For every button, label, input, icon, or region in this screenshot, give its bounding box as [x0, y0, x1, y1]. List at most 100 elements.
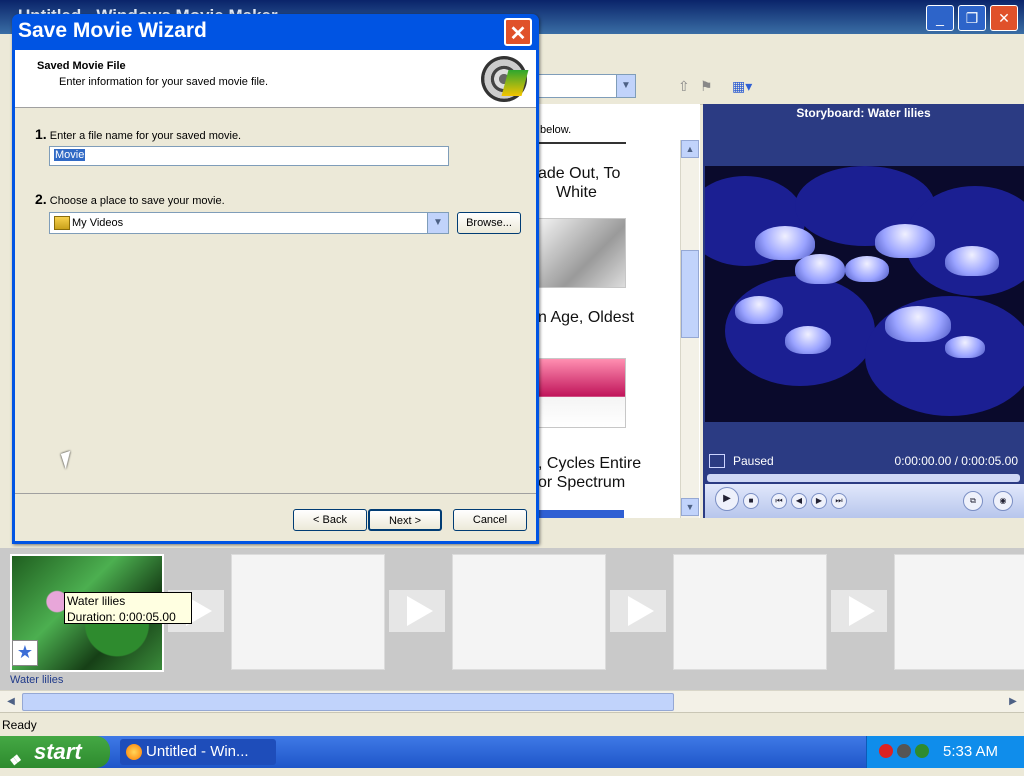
storyboard-scrollbar[interactable]: ◀ ▶: [0, 690, 1024, 713]
windows-logo-icon: ❖: [8, 752, 21, 768]
play-icon[interactable]: ▶: [715, 487, 739, 511]
monitor-pane: Storyboard: Water lilies Paused 0:00:00.…: [703, 104, 1024, 518]
movie-maker-icon: [126, 744, 142, 760]
collections-scrollbar[interactable]: ▲ ▼: [680, 140, 699, 518]
scroll-left-icon[interactable]: ◀: [2, 693, 20, 711]
chevron-down-icon[interactable]: ▼: [427, 213, 448, 233]
storyboard-empty-slot[interactable]: [452, 554, 606, 670]
filename-value: Movie: [54, 149, 86, 161]
tooltip-name: Water lilies: [67, 594, 126, 608]
transition-thumb-filmage[interactable]: [538, 358, 626, 428]
transition-label-filmage[interactable]: n Age, Oldest: [538, 308, 634, 327]
step1-text: Enter a file name for your saved movie.: [49, 130, 242, 142]
storyboard-empty-slot[interactable]: [231, 554, 385, 670]
transition-label-line: ade Out, To: [538, 165, 621, 182]
step1-label: 1. Enter a file name for your saved movi…: [35, 126, 241, 142]
cancel-button[interactable]: Cancel: [453, 509, 527, 531]
next-button[interactable]: Next >: [368, 509, 442, 531]
filename-input[interactable]: Movie: [49, 146, 449, 166]
storyboard-empty-slot[interactable]: [894, 554, 1024, 670]
save-movie-wizard-dialog: Save Movie Wizard ✕ Saved Movie File Ent…: [12, 14, 539, 544]
divider: [538, 142, 626, 144]
dialog-body: Saved Movie File Enter information for y…: [15, 50, 536, 541]
dialog-title: Save Movie Wizard: [18, 19, 207, 42]
divider: [15, 493, 536, 494]
monitor-title: Storyboard: Water lilies: [796, 106, 931, 120]
scroll-thumb[interactable]: [22, 693, 674, 711]
transition-label-line: n Age, Oldest: [538, 309, 635, 326]
views-icon[interactable]: ▦▾: [732, 78, 752, 94]
transition-label-line: or Spectrum: [538, 474, 626, 491]
close-icon[interactable]: ✕: [990, 5, 1018, 31]
storyboard-empty-slot[interactable]: [673, 554, 827, 670]
take-picture-icon[interactable]: ◉: [993, 491, 1013, 511]
playback-status-bar: Paused 0:00:00.00 / 0:00:05.00: [705, 451, 1024, 473]
scroll-up-icon[interactable]: ▲: [681, 140, 699, 158]
split-clip-icon[interactable]: ⧉: [963, 491, 983, 511]
back-button[interactable]: < Back: [293, 509, 367, 531]
film-reel-icon: [481, 56, 527, 102]
clock: 5:33 AM: [943, 743, 999, 760]
new-folder-icon[interactable]: ⚑: [700, 78, 716, 94]
start-label: start: [34, 739, 82, 764]
dialog-header: Saved Movie File Enter information for y…: [15, 50, 536, 108]
taskbar-item-label: Untitled - Win...: [146, 743, 249, 760]
video-effect-star-icon: ★: [12, 640, 38, 666]
save-location-value: My Videos: [72, 217, 124, 229]
playback-status: Paused: [733, 454, 774, 468]
collections-hint: below.: [540, 124, 572, 136]
collections-pane: below. ade Out, To White n Age, Oldest ,…: [538, 104, 700, 518]
seek-bar[interactable]: [707, 474, 1020, 482]
clip-caption: Water lilies: [10, 674, 64, 686]
up-folder-icon[interactable]: ⇧: [678, 78, 694, 94]
transition-label-line: , Cycles Entire: [538, 455, 642, 472]
transition-slot[interactable]: [389, 590, 445, 632]
dialog-header-title: Saved Movie File: [37, 60, 126, 72]
dialog-header-subtitle: Enter information for your saved movie f…: [59, 76, 269, 88]
taskbar: ❖ start Untitled - Win... 5:33 AM: [0, 736, 1024, 768]
scroll-right-icon[interactable]: ▶: [1004, 693, 1022, 711]
transition-label-fade[interactable]: ade Out, To White: [538, 164, 620, 202]
step2-label: 2. Choose a place to save your movie.: [35, 191, 225, 207]
scroll-thumb[interactable]: [681, 250, 699, 338]
next-frame-icon[interactable]: ⏭: [831, 493, 847, 509]
step1-number: 1.: [35, 126, 47, 142]
save-location-select[interactable]: My Videos ▼: [49, 212, 449, 234]
status-text: Ready: [2, 718, 37, 732]
collections-combo[interactable]: ▼: [538, 74, 636, 98]
transition-label-line: White: [556, 184, 597, 201]
toolbar: ▼ ⇧ ⚑ ▦▾: [538, 70, 1024, 105]
security-shield-icon[interactable]: [879, 744, 893, 758]
fullscreen-icon[interactable]: [709, 454, 725, 468]
step2-text: Choose a place to save your movie.: [49, 195, 225, 207]
transition-thumb-partial: [538, 510, 624, 518]
browse-button[interactable]: Browse...: [457, 212, 521, 234]
start-button[interactable]: ❖ start: [0, 736, 110, 768]
status-bar: Ready: [0, 712, 1024, 737]
playback-controls: ▶ ■ ⏮ ◀ ▶ ⏭ ⧉ ◉: [705, 484, 1024, 518]
maximize-icon[interactable]: ❐: [958, 5, 986, 31]
network-icon[interactable]: [897, 744, 911, 758]
folder-icon: [54, 216, 70, 230]
video-preview: [705, 166, 1024, 422]
tooltip-duration: Duration: 0:00:05.00: [67, 610, 176, 624]
transition-slot[interactable]: [610, 590, 666, 632]
system-tray: 5:33 AM: [866, 736, 1024, 768]
transition-slot[interactable]: [831, 590, 887, 632]
volume-icon[interactable]: [915, 744, 929, 758]
transition-thumb-fade[interactable]: [538, 218, 626, 288]
minimize-icon[interactable]: _: [926, 5, 954, 31]
forward-icon[interactable]: ▶: [811, 493, 827, 509]
previous-frame-icon[interactable]: ⏮: [771, 493, 787, 509]
mouse-cursor-icon: [60, 450, 76, 470]
stop-icon[interactable]: ■: [743, 493, 759, 509]
rewind-icon[interactable]: ◀: [791, 493, 807, 509]
clip-tooltip: Water lilies Duration: 0:00:05.00: [64, 592, 192, 624]
scroll-down-icon[interactable]: ▼: [681, 498, 699, 516]
transition-label-flash[interactable]: , Cycles Entire or Spectrum: [538, 454, 641, 492]
step2-number: 2.: [35, 191, 47, 207]
close-icon[interactable]: ✕: [504, 18, 532, 46]
playback-time: 0:00:00.00 / 0:00:05.00: [894, 454, 1018, 468]
chevron-down-icon[interactable]: ▼: [616, 75, 635, 97]
taskbar-item-movie-maker[interactable]: Untitled - Win...: [120, 739, 276, 765]
